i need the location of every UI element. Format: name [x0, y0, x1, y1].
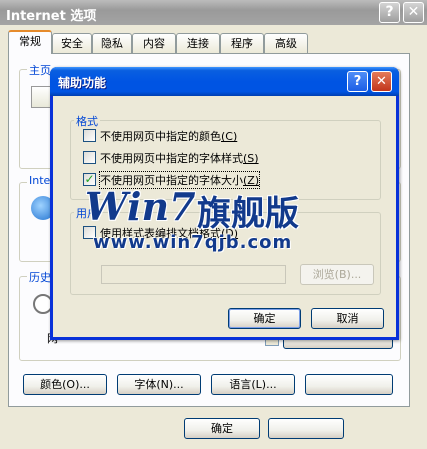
watermark-logo: Win7 [85, 184, 196, 229]
stylesheet-path-input[interactable] [101, 265, 286, 284]
browse-button[interactable]: 浏览(B)... [300, 264, 374, 285]
main-ok-label: 确定 [211, 422, 233, 435]
dialog-cancel-label: 取消 [336, 312, 359, 325]
main-close-button[interactable]: ✕ [403, 2, 424, 23]
no-color-checkbox[interactable] [83, 129, 96, 142]
no-font-style-key: (S) [243, 152, 259, 165]
tab-privacy[interactable]: 隐私 [92, 33, 132, 53]
colors-button[interactable]: 颜色(O)... [23, 374, 107, 395]
languages-button-label: 语言(L)... [229, 378, 277, 391]
no-font-style-text: 不使用网页中指定的字体样式 [100, 152, 243, 165]
tab-connections[interactable]: 连接 [176, 33, 220, 53]
no-color-key: (C) [221, 130, 238, 143]
tab-general[interactable]: 常规 [8, 30, 52, 54]
temp-files-group-label: Inte [27, 174, 53, 187]
dialog-ok-button[interactable]: 确定 [228, 308, 301, 329]
format-group-label: 格式 [74, 113, 100, 129]
dialog-close-button[interactable]: ✕ [371, 71, 392, 92]
fonts-button-label: 字体(N)... [134, 378, 184, 391]
main-ok-button[interactable]: 确定 [184, 418, 260, 439]
homepage-icon [31, 86, 51, 108]
main-title-bar[interactable]: Internet 选项 ? ✕ [0, 0, 427, 25]
languages-button[interactable]: 语言(L)... [211, 374, 295, 395]
dialog-title-bar[interactable]: 辅助功能 ? ✕ [50, 67, 399, 96]
dialog-ok-label: 确定 [253, 312, 276, 325]
main-cancel-button[interactable] [268, 418, 344, 439]
main-help-button[interactable]: ? [379, 2, 400, 23]
dialog-cancel-button[interactable]: 取消 [311, 308, 384, 329]
no-color-text: 不使用网页中指定的颜色 [100, 130, 221, 143]
no-font-style-label: 不使用网页中指定的字体样式(S) [100, 150, 259, 166]
tab-advanced[interactable]: 高级 [264, 33, 308, 53]
no-font-style-checkbox[interactable] [83, 151, 96, 164]
accessibility-button[interactable] [305, 374, 393, 395]
tab-content[interactable]: 内容 [132, 33, 176, 53]
dialog-title: 辅助功能 [58, 76, 107, 90]
watermark-logo-cn: 旗舰版 [197, 194, 299, 234]
main-window-title: Internet 选项 [6, 9, 97, 24]
no-color-label: 不使用网页中指定的颜色(C) [100, 128, 237, 144]
tab-programs[interactable]: 程序 [220, 33, 264, 53]
browse-button-label: 浏览(B)... [312, 268, 362, 281]
dialog-help-button[interactable]: ? [347, 71, 368, 92]
fonts-button[interactable]: 字体(N)... [117, 374, 201, 395]
watermark-url: www.win7qjb.com [93, 232, 293, 253]
colors-button-label: 颜色(O)... [40, 378, 90, 391]
tab-security[interactable]: 安全 [52, 33, 92, 53]
watermark: Win7 旗舰版 www.win7qjb.com [85, 184, 335, 264]
